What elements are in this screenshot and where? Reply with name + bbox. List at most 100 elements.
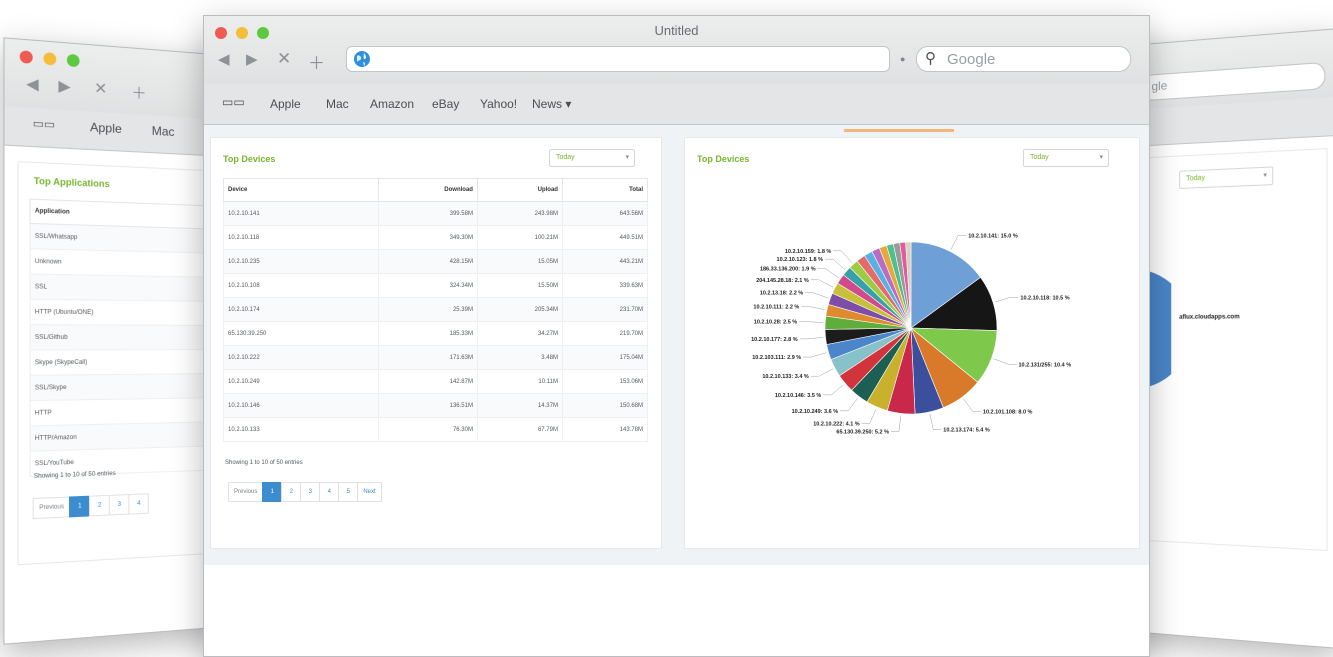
page-2-button[interactable]: 2 (281, 482, 302, 502)
table-row[interactable]: HTTP (Ubuntu/ONE) (30, 299, 227, 326)
bookmark-news-menu[interactable]: News ▾ (532, 97, 571, 111)
background-window-right: gle Today ▾ aflux.cloudapps.com (1130, 28, 1333, 649)
table-row[interactable]: 10.2.10.141 399.58M 243.98M 643.56M (223, 201, 649, 226)
previous-page-button[interactable]: Previous (32, 496, 71, 520)
search-field[interactable]: ⚲ Google (916, 46, 1131, 72)
table-row[interactable]: 10.2.10.108 324.34M 15.50M 339.63M (223, 273, 649, 298)
table-row[interactable]: 10.2.10.133 76.30M 67.79M 143.78M (223, 417, 649, 442)
pie-slice-label: 10.2.10.146: 3.5 % (775, 393, 822, 399)
window-toolbar: gle (1130, 29, 1333, 147)
minimize-dot[interactable] (43, 52, 57, 66)
pie-slice-label: 204.145.28.18: 2.1 % (756, 278, 809, 284)
bookmark-mac[interactable]: Mac (152, 124, 175, 140)
search-field[interactable]: gle (1140, 61, 1326, 102)
bookmark-apple[interactable]: Apple (270, 97, 301, 111)
window-title: Untitled (654, 23, 699, 38)
table-row[interactable]: Skype (SkypeCall) (30, 349, 227, 376)
bookmark-apple[interactable]: Apple (90, 120, 122, 136)
page-2-button[interactable]: 2 (89, 494, 111, 517)
bookmark-amazon[interactable]: Amazon (370, 97, 414, 111)
pie-label-connector (810, 368, 834, 377)
back-icon[interactable]: ◀ (26, 74, 38, 94)
panel-title: Top Applications (33, 175, 110, 190)
zoom-dot[interactable] (66, 53, 80, 68)
page-5-button[interactable]: 5 (338, 482, 359, 502)
reading-list-icon[interactable]: ▭▭ (222, 95, 245, 109)
page-3-button[interactable]: 3 (300, 482, 321, 502)
table-row[interactable]: 10.2.10.249 142.87M 10.11M 153.06M (223, 369, 649, 394)
column-header-total[interactable]: Total (561, 178, 649, 202)
page-1-button[interactable]: 1 (69, 495, 91, 518)
table-row[interactable]: 65.130.39.250 185.33M 34.27M 219.70M (223, 321, 649, 346)
page-content: Top Devices Today ▾ Device Download Uplo… (204, 125, 1149, 565)
pie-slice-label: 10.2.13.174: 5.4 % (943, 428, 990, 434)
pie-label-connector (950, 235, 967, 250)
previous-page-button[interactable]: Previous (228, 482, 264, 502)
column-header-device[interactable]: Device (223, 178, 379, 202)
panel-title: Top Devices (697, 154, 750, 164)
table-row[interactable]: SSL (30, 274, 227, 302)
bookmark-add-icon[interactable]: ● (900, 54, 905, 64)
pie-slice-label: 65.130.39.250: 5.2 % (836, 429, 889, 435)
bookmark-ebay[interactable]: eBay (432, 97, 459, 111)
stop-icon[interactable]: ✕ (94, 79, 107, 98)
back-icon[interactable]: ◀ (218, 50, 230, 68)
zoom-dot[interactable] (257, 27, 269, 39)
table-row[interactable]: 10.2.10.222 171.63M 3.48M 175.04M (223, 345, 649, 370)
table-row[interactable]: SSL/Skype (30, 373, 227, 401)
forward-icon[interactable]: ▶ (246, 50, 258, 68)
period-select[interactable]: Today ▾ (1023, 149, 1109, 167)
page-4-button[interactable]: 4 (319, 482, 340, 502)
pie-label-connector (833, 250, 853, 263)
pagination: Previous 1 2 3 4 (32, 493, 150, 520)
page-4-button[interactable]: 4 (128, 493, 150, 515)
pie-slice-label: 10.2.10.222: 4.1 % (813, 422, 860, 428)
page-3-button[interactable]: 3 (109, 494, 130, 516)
table-row[interactable]: SSL/Github (30, 324, 227, 350)
reading-list-icon[interactable]: ▭▭ (33, 117, 55, 132)
minimize-dot[interactable] (236, 27, 248, 39)
pie-slice-label: 10.2.10.159: 1.8 % (785, 249, 832, 255)
add-icon[interactable]: ＋ (308, 49, 325, 74)
table-row[interactable]: 10.2.10.174 25.39M 205.34M 231.70M (223, 297, 649, 322)
next-page-button[interactable]: Next (357, 482, 382, 502)
search-placeholder: Google (947, 51, 996, 68)
pie-slice-label: 10.2.10.111: 2.2 % (753, 305, 799, 311)
period-select[interactable]: Today ▾ (549, 149, 635, 167)
pie-label-connector (810, 279, 834, 288)
browser-window: Untitled ◀ ▶ ✕ ＋ ● ⚲ Google ▭▭ Apple Mac… (203, 15, 1150, 657)
pie-slice-label: 186.33.136.200: 1.9 % (760, 267, 816, 273)
bookmark-yahoo[interactable]: Yahoo! (480, 97, 517, 111)
forward-icon[interactable]: ▶ (58, 76, 70, 96)
pie-label-connector (799, 321, 824, 323)
close-dot[interactable] (215, 27, 227, 39)
top-devices-chart-panel: Top Devices Today ▾ 10.2.10.141: 15.0 % 1… (684, 137, 1140, 549)
table-row[interactable]: Unknown (30, 248, 227, 278)
window-toolbar: ◀ ▶ ✕ ＋ ▭▭ Apple Mac (4, 38, 227, 157)
page-1-button[interactable]: 1 (262, 482, 283, 502)
search-text: gle (1151, 78, 1168, 94)
table-row[interactable]: 10.2.10.146 136.51M 14.37M 150.68M (223, 393, 649, 418)
close-dot[interactable] (19, 50, 33, 64)
bookmarks-bar (1130, 96, 1333, 147)
window-toolbar: Untitled ◀ ▶ ✕ ＋ ● ⚲ Google ▭▭ Apple Mac… (204, 16, 1149, 125)
stop-icon[interactable]: ✕ (277, 49, 291, 69)
period-select-value: Today (556, 154, 575, 161)
period-select[interactable]: Today ▾ (1179, 166, 1274, 189)
column-header-upload[interactable]: Upload (476, 178, 563, 202)
pie-label-connector (801, 306, 825, 311)
add-icon[interactable]: ＋ (131, 81, 146, 104)
pie-slice-label: 10.2.10.133: 3.4 % (762, 374, 809, 380)
search-icon: ⚲ (925, 50, 936, 67)
address-bar[interactable] (346, 46, 890, 72)
chevron-down-icon: ▾ (1263, 171, 1267, 180)
pie-label-connector (891, 415, 902, 432)
table-row[interactable]: 10.2.10.118 349.30M 100.21M 449.51M (223, 225, 649, 250)
column-header-download[interactable]: Download (378, 178, 478, 202)
table-row[interactable]: 10.2.10.235 428.15M 15.05M 443.21M (223, 249, 649, 274)
pie-label-connector (805, 292, 829, 299)
pie-slice-label: 10.2.10.177: 2.8 % (751, 337, 798, 343)
pie-slice-label: 10.2.131/255: 10.4 % (1019, 362, 1072, 368)
bookmark-mac[interactable]: Mac (326, 97, 349, 111)
pie-label-connector (929, 413, 942, 430)
